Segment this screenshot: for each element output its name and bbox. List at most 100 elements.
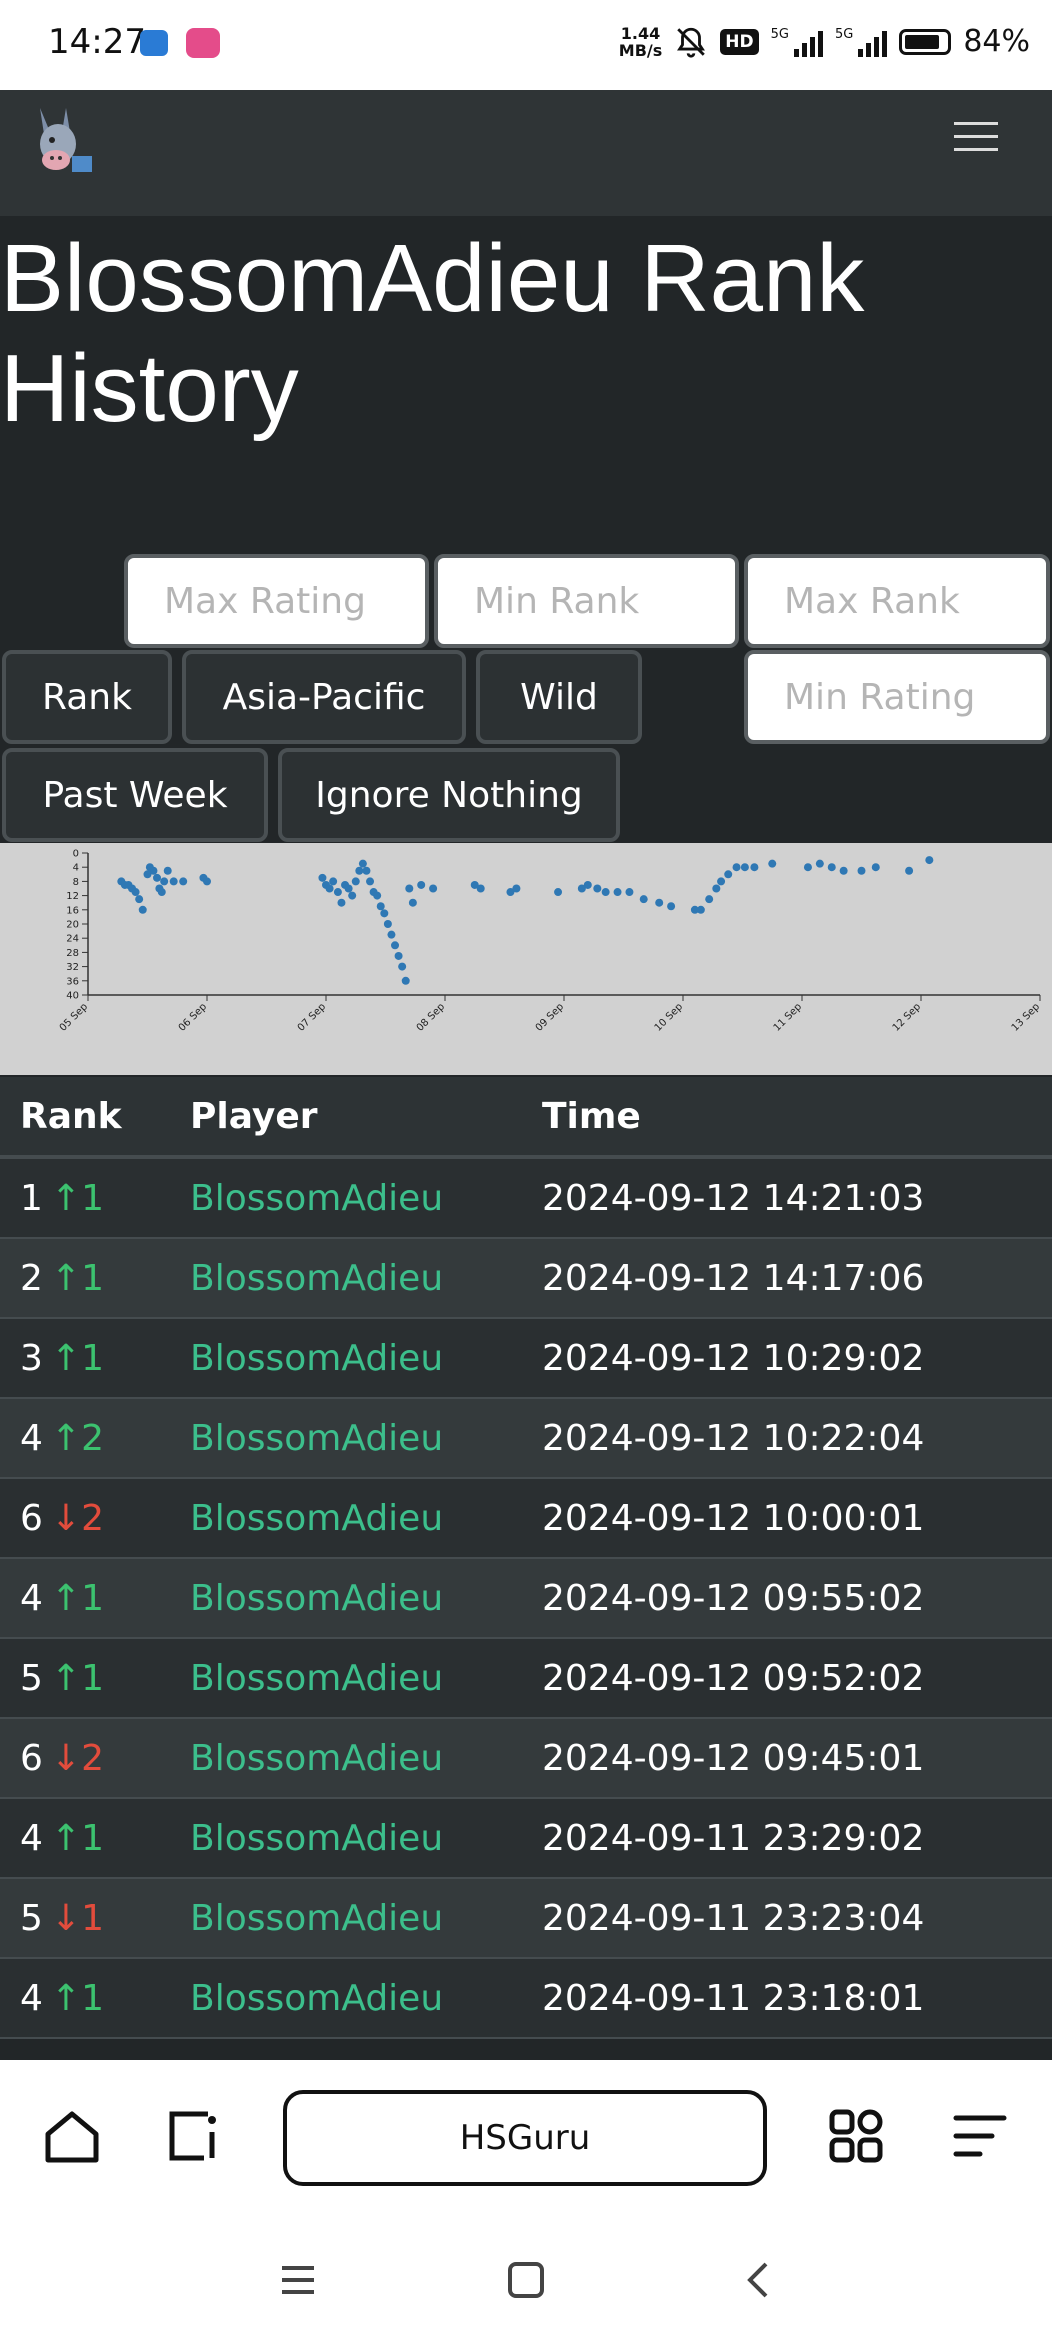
data-point [803,863,812,872]
data-point [768,859,777,868]
rank-change: ↑1 [51,1818,104,1859]
data-point [839,866,848,875]
grid-apps-icon[interactable] [826,2106,886,2166]
table-row: 5 ↓1 BlossomAdieu 2024-09-11 23:23:04 [0,1879,1052,1959]
address-bar[interactable]: HSGuru [283,2090,767,2186]
tabs-icon[interactable] [164,2106,224,2166]
table-header: Rank Player Time [0,1077,1052,1159]
ignore-filter-button[interactable]: Ignore Nothing [278,748,620,842]
header-time: Time [542,1095,641,1137]
y-tick-label: 12 [66,891,79,902]
data-point [696,905,705,914]
rank-change: ↑1 [51,1258,104,1299]
rank-value: 3 [20,1337,43,1379]
data-point [337,898,346,907]
rank-change-arrow-icon: ↑ [50,1657,82,1699]
system-home-icon[interactable] [506,2260,546,2300]
data-point [394,951,403,960]
rank-value: 1 [20,1177,43,1219]
x-tick-label: 09 Sep [534,1001,566,1033]
player-link[interactable]: BlossomAdieu [190,1338,542,1379]
data-point [512,884,521,893]
data-point [149,866,158,875]
menu-lines-icon[interactable] [950,2106,1010,2166]
data-point [750,863,759,872]
time-cell: 2024-09-12 14:17:06 [542,1257,925,1299]
system-menu-icon[interactable] [278,2260,318,2300]
notification-app-icon-2 [186,28,220,58]
data-point [131,888,140,897]
x-tick-label: 07 Sep [296,1001,328,1033]
player-link[interactable]: BlossomAdieu [190,1738,542,1779]
rank-change: ↑1 [51,1338,104,1379]
max-rating-input[interactable] [124,554,429,648]
sort-rank-button[interactable]: Rank [2,650,172,744]
x-tick-label: 08 Sep [415,1001,447,1033]
rank-value: 4 [20,1577,43,1619]
rank-change-arrow-icon: ↑ [50,1417,82,1459]
table-row: 3 ↑1 BlossomAdieu 2024-09-12 10:29:02 [0,1319,1052,1399]
data-point [639,895,648,904]
min-rating-input[interactable] [744,650,1050,744]
data-point [476,884,485,893]
data-point [373,891,382,900]
region-select-button[interactable]: Asia-Pacific [182,650,466,744]
rank-cell: 4 ↑2 [0,1418,190,1459]
hamburger-menu-icon[interactable] [954,122,998,154]
data-point [905,866,914,875]
rank-cell: 5 ↓1 [0,1898,190,1939]
period-select-button[interactable]: Past Week [2,748,268,842]
player-link[interactable]: BlossomAdieu [190,1258,542,1299]
data-point [401,976,410,985]
data-point [169,877,178,886]
rank-change-arrow-icon: ↑ [50,1257,82,1299]
data-point [857,866,866,875]
rank-change-arrow-icon: ↓ [50,1737,82,1779]
rank-value: 6 [20,1497,43,1539]
home-icon[interactable] [42,2106,102,2166]
rank-change: ↑1 [51,1178,104,1219]
table-row: 4 ↑1 BlossomAdieu 2024-09-12 09:55:02 [0,1559,1052,1639]
player-link[interactable]: BlossomAdieu [190,1178,542,1219]
data-point [408,898,417,907]
x-tick-label: 10 Sep [653,1001,685,1033]
time-cell: 2024-09-12 14:21:03 [542,1177,925,1219]
min-rank-input[interactable] [434,554,739,648]
donkey-logo-icon[interactable] [26,104,100,178]
data-point [376,902,385,911]
rank-cell: 4 ↑1 [0,1978,190,2019]
rank-change: ↓2 [51,1738,104,1779]
data-point [405,884,414,893]
rank-value: 4 [20,1417,43,1459]
hd-voice-badge: HD [720,28,759,55]
rank-change-value: 1 [81,1977,104,2019]
rank-cell: 6 ↓2 [0,1738,190,1779]
data-point [717,877,726,886]
network-speed: 1.44 MB/s [619,25,662,59]
format-select-button[interactable]: Wild [476,650,642,744]
rank-change-value: 2 [81,1737,104,1779]
x-tick-label: 05 Sep [58,1001,90,1033]
y-tick-label: 40 [66,991,79,1002]
data-point [362,866,371,875]
table-row: 2 ↑1 BlossomAdieu 2024-09-12 14:17:06 [0,1239,1052,1319]
data-point [593,884,602,893]
player-link[interactable]: BlossomAdieu [190,1418,542,1459]
x-tick-label: 12 Sep [891,1001,923,1033]
player-link[interactable]: BlossomAdieu [190,1578,542,1619]
network-type-2: 5G [834,26,854,42]
player-link[interactable]: BlossomAdieu [190,1658,542,1699]
player-link[interactable]: BlossomAdieu [190,1818,542,1859]
player-link[interactable]: BlossomAdieu [190,1898,542,1939]
rank-cell: 6 ↓2 [0,1498,190,1539]
time-cell: 2024-09-12 09:45:01 [542,1737,925,1779]
player-link[interactable]: BlossomAdieu [190,1978,542,2019]
y-tick-label: 4 [73,863,79,874]
data-point [163,866,172,875]
player-link[interactable]: BlossomAdieu [190,1498,542,1539]
rank-change-value: 2 [81,1417,104,1459]
max-rank-input[interactable] [744,554,1050,648]
system-back-icon[interactable] [738,2260,778,2300]
page-title: BlossomAdieu Rank History [0,225,865,442]
data-point [348,891,357,900]
